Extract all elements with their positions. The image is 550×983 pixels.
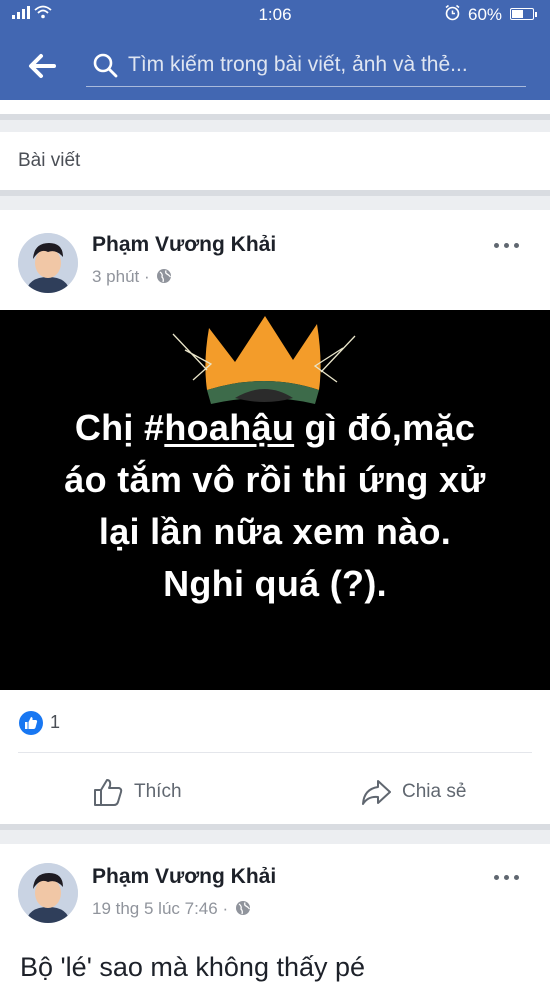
like-button[interactable]: Thích	[92, 770, 182, 814]
crown-graphic	[172, 316, 356, 404]
post-time[interactable]: 3 phút	[92, 267, 139, 286]
status-bar: 1:06 60%	[0, 0, 550, 30]
meta-separator: ·	[222, 899, 229, 918]
share-icon	[362, 780, 391, 805]
search-bar[interactable]	[86, 44, 526, 87]
post-meta: 3 phút ·	[92, 267, 172, 287]
share-button[interactable]: Chia sẻ	[360, 770, 466, 814]
caption-line: lại lần nữa xem nào.	[98, 511, 452, 552]
action-divider	[18, 752, 532, 753]
post-image[interactable]: Chị #hoahậu gì đó,mặc áo tắm vô rồi thi …	[0, 310, 550, 690]
search-input[interactable]	[126, 48, 524, 82]
share-label: Chia sẻ	[402, 781, 467, 802]
image-caption-text: Chị #hoahậu gì đó,mặc áo tắm vô rồi thi …	[20, 402, 530, 610]
battery-fill	[512, 10, 523, 18]
post-text: Bộ 'lé' sao mà không thấy pé	[20, 952, 366, 982]
post-author[interactable]: Phạm Vương Khải	[92, 233, 276, 257]
caption-line: Nghi quá (?).	[163, 563, 387, 604]
post-header: Phạm Vương Khải 3 phút ·	[0, 225, 550, 305]
top-bar: 1:06 60%	[0, 0, 550, 100]
search-icon	[93, 53, 118, 78]
alarm-icon	[444, 4, 461, 26]
back-button[interactable]	[22, 46, 62, 86]
caption-line: áo tắm vô rồi thi ứng xử	[64, 459, 486, 500]
avatar[interactable]	[18, 233, 78, 293]
like-label: Thích	[134, 781, 182, 802]
more-options-button[interactable]	[494, 871, 524, 883]
post-meta: 19 thg 5 lúc 7:46 ·	[92, 899, 251, 919]
battery-percent: 60%	[468, 5, 503, 24]
reaction-count: 1	[50, 712, 61, 732]
globe-icon	[235, 901, 250, 915]
post-author[interactable]: Phạm Vương Khải	[92, 865, 276, 889]
caption-line: gì đó,mặc	[294, 407, 476, 448]
feed-separator	[0, 114, 550, 132]
globe-icon	[157, 269, 172, 283]
like-badge-icon	[19, 711, 43, 735]
hashtag-link[interactable]: hoahậu	[164, 407, 294, 448]
meta-separator: ·	[144, 267, 150, 286]
feed-separator	[0, 190, 550, 210]
avatar[interactable]	[18, 863, 78, 923]
like-thumb-icon	[94, 779, 123, 806]
caption-line: Chị #	[74, 407, 165, 448]
battery-icon	[510, 8, 537, 20]
post-header: Phạm Vương Khải 19 thg 5 lúc 7:46 ·	[0, 855, 550, 935]
more-options-button[interactable]	[494, 239, 524, 251]
feed-separator	[0, 824, 550, 844]
section-title: Bài viết	[18, 150, 81, 171]
back-arrow-icon	[29, 54, 56, 78]
post-time[interactable]: 19 thg 5 lúc 7:46	[92, 899, 218, 918]
